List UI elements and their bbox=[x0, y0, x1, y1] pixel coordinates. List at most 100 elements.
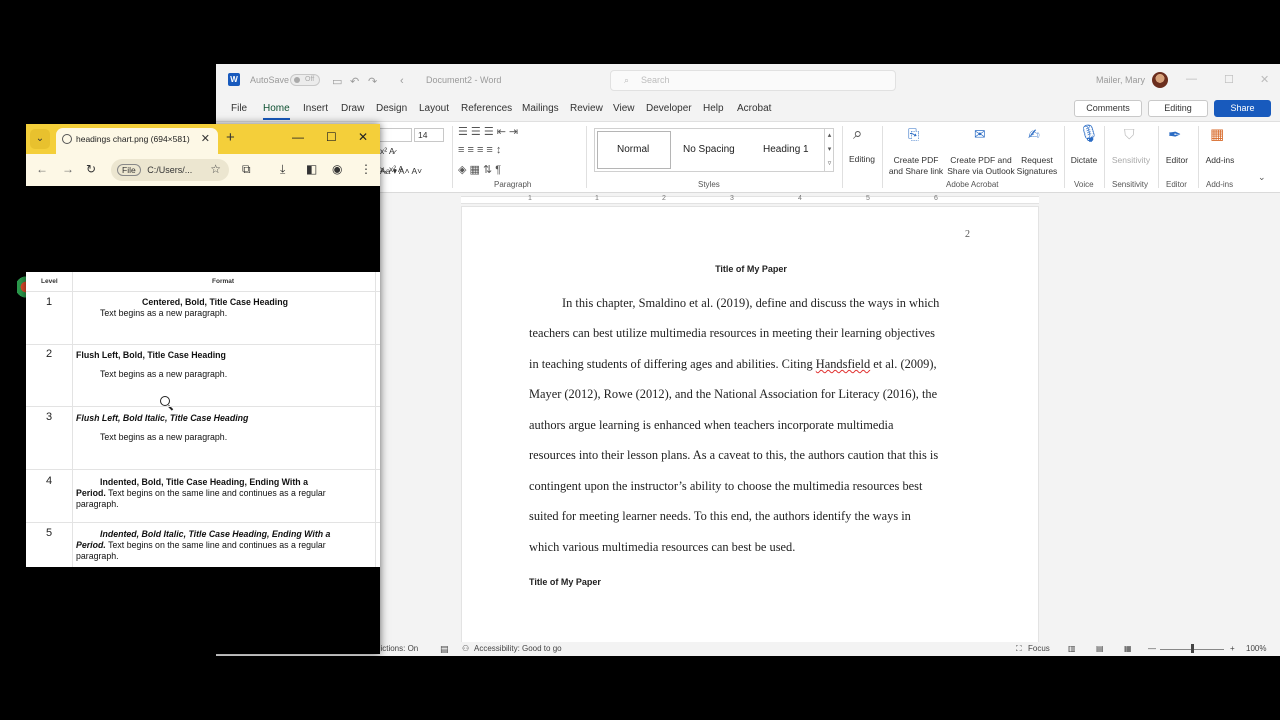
zoom-level[interactable]: 100% bbox=[1246, 644, 1266, 653]
tab-file[interactable]: File bbox=[231, 103, 247, 114]
styles-scroll-icon[interactable]: ▴ ▾ ▿ bbox=[824, 129, 834, 171]
signature-icon[interactable]: ✍ bbox=[1028, 126, 1040, 143]
tab-home[interactable]: Home bbox=[263, 103, 290, 120]
tab-developer[interactable]: Developer bbox=[646, 103, 692, 114]
tab-review[interactable]: Review bbox=[570, 103, 603, 114]
tab-layout[interactable]: Layout bbox=[419, 103, 449, 114]
menu-kebab-icon[interactable]: ⋮ bbox=[360, 162, 372, 176]
heading-body-text: Text begins as a new paragraph. bbox=[100, 369, 228, 379]
group-label-adobe: Adobe Acrobat bbox=[946, 180, 999, 189]
table-row-divider bbox=[26, 522, 380, 523]
addins-button[interactable]: Add-ins bbox=[1200, 155, 1240, 166]
table-row-divider bbox=[26, 291, 380, 292]
undo-icon[interactable]: ↶ bbox=[350, 75, 359, 88]
text-effects-icon[interactable]: Aa ▾ A˄ A˅ bbox=[380, 166, 422, 177]
maximize-icon[interactable]: ☐ bbox=[326, 130, 337, 144]
style-normal[interactable]: Normal bbox=[617, 144, 649, 155]
pdf-outlook-icon[interactable]: ✉ bbox=[974, 126, 986, 143]
tab-close-icon[interactable]: ✕ bbox=[201, 132, 210, 145]
redo-icon[interactable]: ↷ bbox=[368, 75, 377, 88]
minimize-icon[interactable]: — bbox=[292, 130, 304, 144]
accessibility-status[interactable]: Accessibility: Good to go bbox=[474, 644, 562, 653]
user-name[interactable]: Mailer, Mary bbox=[1096, 75, 1145, 85]
extensions-icon[interactable]: ⧉ bbox=[242, 162, 251, 177]
predictions-status[interactable]: dictions: On bbox=[376, 644, 418, 653]
word-search-input[interactable]: Search bbox=[610, 70, 896, 91]
zoom-out-icon[interactable]: — bbox=[1148, 644, 1156, 653]
request-signatures-button[interactable]: Request Signatures bbox=[1016, 155, 1058, 177]
ribbon-collapse-icon[interactable]: ⌄ bbox=[1258, 172, 1266, 183]
page-subheading: Title of My Paper bbox=[529, 577, 601, 587]
tab-search-dropdown-icon[interactable]: ⌄ bbox=[30, 129, 50, 149]
headings-chart-image[interactable]: Level Format 1 Centered, Bold, Title Cas… bbox=[26, 272, 380, 567]
back-icon[interactable]: ← bbox=[36, 162, 48, 176]
group-label-sensitivity: Sensitivity bbox=[1112, 180, 1149, 189]
level-number: 2 bbox=[46, 348, 53, 360]
align-icon[interactable]: ≡ ≡ ≡ ≡ ↕ bbox=[458, 144, 501, 156]
create-pdf-outlook-label-1: Create PDF and bbox=[950, 155, 1012, 165]
back-icon[interactable]: ‹ bbox=[400, 75, 404, 87]
create-pdf-share-link-button[interactable]: Create PDF and Share link bbox=[886, 155, 946, 177]
heading-body-text: paragraph. bbox=[76, 499, 119, 509]
create-pdf-outlook-button[interactable]: Create PDF and Share via Outlook bbox=[946, 155, 1016, 177]
profile-icon[interactable]: ◉ bbox=[332, 162, 342, 176]
heading-text: Period. bbox=[76, 540, 106, 550]
bookmark-star-icon[interactable]: ☆ bbox=[210, 162, 221, 176]
web-layout-icon[interactable]: ▦ bbox=[1124, 644, 1132, 653]
desktop-app-icon[interactable] bbox=[17, 272, 26, 302]
browser-tab[interactable]: headings chart.png (694×581) ✕ bbox=[56, 128, 218, 154]
editing-mode-button[interactable]: Editing bbox=[1148, 100, 1208, 117]
forward-icon[interactable]: → bbox=[62, 162, 74, 176]
comments-button[interactable]: Comments bbox=[1074, 100, 1142, 117]
font-size-dropdown[interactable]: 14 bbox=[414, 128, 444, 142]
tab-view[interactable]: View bbox=[613, 103, 635, 114]
autosave-toggle[interactable]: Off bbox=[290, 74, 320, 86]
download-icon[interactable]: ⤓ bbox=[280, 162, 285, 177]
sensitivity-button[interactable]: Sensitivity bbox=[1108, 155, 1154, 166]
find-icon[interactable]: ⌕ bbox=[853, 124, 863, 144]
heading-body-text: paragraph. bbox=[76, 551, 119, 561]
tab-acrobat[interactable]: Acrobat bbox=[737, 103, 771, 114]
document-page[interactable]: 2 Title of My Paper In this chapter, Sma… bbox=[461, 206, 1039, 646]
tab-draw[interactable]: Draw bbox=[341, 103, 364, 114]
editing-button[interactable]: Editing bbox=[846, 154, 878, 165]
style-heading-1[interactable]: Heading 1 bbox=[763, 144, 809, 155]
sidebar-icon[interactable]: ◧ bbox=[306, 162, 317, 176]
save-icon[interactable]: ▭ bbox=[332, 75, 342, 88]
shading-icon[interactable]: ◈ ▦ ⇅ ¶ bbox=[458, 163, 501, 176]
misspelled-word[interactable]: Handsfield bbox=[816, 357, 870, 371]
style-no-spacing[interactable]: No Spacing bbox=[683, 144, 735, 155]
tab-design[interactable]: Design bbox=[376, 103, 407, 114]
paragraph-line: suited for meeting learner needs. To thi… bbox=[529, 509, 911, 523]
share-button[interactable]: Share bbox=[1214, 100, 1271, 117]
read-mode-icon[interactable]: ▥ bbox=[1068, 644, 1076, 653]
maximize-icon[interactable]: ☐ bbox=[1224, 73, 1234, 86]
print-layout-icon[interactable]: ▤ bbox=[1096, 644, 1104, 653]
minimize-icon[interactable]: — bbox=[1186, 73, 1197, 85]
bullets-icon[interactable]: ☰ ☰ ☰ ⇤ ⇥ bbox=[458, 125, 518, 138]
reload-icon[interactable]: ↻ bbox=[86, 162, 96, 176]
tab-references[interactable]: References bbox=[461, 103, 512, 114]
zoom-slider-thumb[interactable] bbox=[1191, 644, 1194, 653]
tab-help[interactable]: Help bbox=[703, 103, 724, 114]
tab-insert[interactable]: Insert bbox=[303, 103, 328, 114]
clear-format-icon[interactable]: x² A̷ bbox=[380, 146, 395, 157]
addins-grid-icon[interactable]: ▦ bbox=[1210, 125, 1224, 143]
dictate-button[interactable]: Dictate bbox=[1068, 155, 1100, 166]
sensitivity-icon[interactable]: ⛉ bbox=[1124, 126, 1135, 143]
address-bar[interactable]: File C:/Users/... ☆ bbox=[111, 159, 229, 181]
focus-button[interactable]: Focus bbox=[1028, 644, 1050, 653]
close-icon[interactable]: ✕ bbox=[358, 130, 368, 144]
tab-mailings[interactable]: Mailings bbox=[522, 103, 559, 114]
microphone-icon[interactable]: 🎙 bbox=[1078, 124, 1100, 144]
editor-button[interactable]: Editor bbox=[1160, 155, 1194, 166]
ribbon-separator bbox=[1104, 126, 1105, 188]
predictions-icon[interactable]: ▤ bbox=[440, 644, 449, 655]
paragraph-line: teachers can best utilize multimedia res… bbox=[529, 326, 935, 340]
pdf-link-icon[interactable]: ⎘ bbox=[908, 126, 919, 143]
new-tab-icon[interactable]: + bbox=[226, 129, 235, 146]
avatar[interactable] bbox=[1152, 72, 1168, 88]
editor-pen-icon[interactable]: ✒ bbox=[1168, 125, 1181, 145]
close-icon[interactable]: ✕ bbox=[1260, 73, 1269, 86]
zoom-in-icon[interactable]: + bbox=[1230, 644, 1235, 653]
